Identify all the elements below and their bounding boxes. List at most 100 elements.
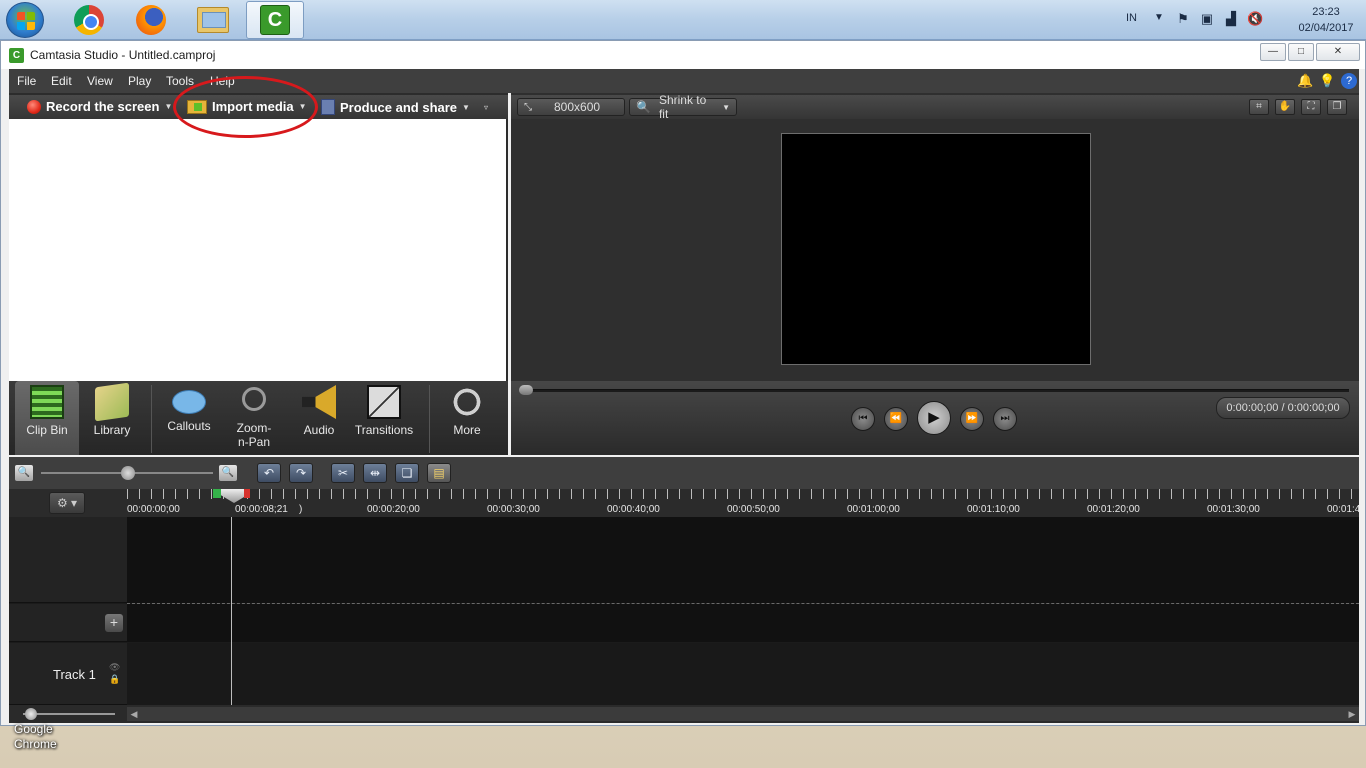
fast-forward-icon[interactable]: ⏩ [960, 407, 984, 431]
skip-to-end-icon[interactable]: ⏭ [993, 407, 1017, 431]
camtasia-app-icon[interactable]: C [9, 48, 24, 63]
notification-bell-icon[interactable]: 🔔 [1297, 73, 1313, 89]
firefox-icon [136, 5, 166, 35]
zoom-out-icon[interactable]: 🔍 [15, 465, 33, 481]
speaker-icon [302, 385, 336, 419]
minimize-button[interactable]: — [1260, 43, 1286, 61]
scrub-track[interactable] [521, 389, 1349, 392]
pan-hand-icon[interactable]: ✋ [1275, 99, 1295, 115]
taskbar: C IN ▼ ⚑ ▣ ▟ 🔇 23:23 02/04/2017 [0, 0, 1366, 40]
track-lane-top[interactable] [127, 517, 1359, 603]
desktop-icon-label-line: Google [14, 722, 53, 736]
play-icon[interactable]: ▶ [917, 401, 951, 435]
tray-overflow-icon[interactable]: ▼ [1154, 12, 1164, 23]
time-ruler[interactable]: 00:00:00;00 00:00:08;21 ) 00:00:20;00 00… [127, 489, 1359, 517]
explorer-taskbar-button[interactable] [184, 1, 242, 39]
tick-label: 00:01:20;00 [1087, 504, 1140, 515]
fullscreen-icon[interactable]: ⛶ [1301, 99, 1321, 115]
clip-bin-panel: Record the screen ▼ Import media ▼ Produ… [9, 93, 508, 455]
undo-icon[interactable]: ↶ [257, 463, 281, 483]
flag-icon[interactable]: ⚑ [1175, 11, 1191, 27]
title-bar[interactable]: C Camtasia Studio - Untitled.camproj — □… [1, 41, 1365, 69]
copy-icon[interactable]: ❏ [395, 463, 419, 483]
in-marker[interactable] [213, 489, 221, 498]
zoom-dropdown[interactable]: 🔍 Shrink to fit ▼ [629, 93, 737, 121]
track-name: Track 1 [53, 667, 96, 682]
gear-icon[interactable]: ⚙ ▾ [49, 492, 85, 514]
menu-play[interactable]: Play [128, 74, 151, 88]
tab-audio[interactable]: Audio [287, 381, 351, 455]
track-visibility-lock-icons[interactable]: 👁 🔒 [109, 661, 120, 685]
produce-share-button[interactable]: Produce and share ▼ [321, 99, 470, 115]
record-screen-button[interactable]: Record the screen ▼ [27, 99, 172, 114]
clock[interactable]: 23:23 02/04/2017 [1296, 4, 1356, 36]
time-display: 0:00:00;00 / 0:00:00;00 [1216, 397, 1350, 419]
rewind-icon[interactable]: ⏪ [884, 407, 908, 431]
record-icon [27, 99, 41, 114]
scroll-left-icon[interactable]: ◀ [127, 707, 141, 721]
tab-more[interactable]: More [435, 381, 499, 455]
track-height-handle[interactable] [25, 708, 37, 720]
search-icon: 🔍 [636, 100, 651, 114]
library-folder-icon [95, 382, 129, 422]
zoom-value: Shrink to fit [658, 93, 707, 121]
windows-start-icon[interactable] [6, 2, 44, 38]
produce-share-label: Produce and share [340, 99, 458, 115]
preview-toolbar: ⤡ 800x600 🔍 Shrink to fit ▼ ⌗ ✋ ⛶ ❐ [511, 93, 1359, 121]
camtasia-taskbar-button[interactable]: C [246, 1, 304, 39]
canvas-size-dropdown[interactable]: ⤡ 800x600 [517, 98, 625, 116]
menu-file[interactable]: File [17, 74, 36, 88]
menu-edit[interactable]: Edit [51, 74, 72, 88]
volume-muted-icon[interactable]: 🔇 [1247, 11, 1263, 27]
timeline-zoom-handle[interactable] [121, 466, 135, 480]
feature-tabs: Clip Bin Library Callouts Zoom-n-Pan Aud… [9, 381, 508, 455]
tab-library[interactable]: Library [79, 381, 145, 455]
tab-transitions[interactable]: Transitions [349, 381, 419, 455]
canvas-size-value: 800x600 [554, 100, 601, 114]
scroll-right-icon[interactable]: ▶ [1345, 707, 1359, 721]
zoom-in-icon[interactable]: 🔍 [219, 465, 237, 481]
firefox-taskbar-button[interactable] [122, 1, 180, 39]
playhead-line [231, 517, 232, 705]
detach-icon[interactable]: ❐ [1327, 99, 1347, 115]
tab-zoom-n-pan[interactable]: Zoom-n-Pan [223, 381, 285, 455]
lightbulb-icon[interactable]: 💡 [1319, 73, 1335, 89]
app-tray-icon[interactable]: ▣ [1199, 11, 1215, 27]
tick-label: 00:00:00;00 [127, 504, 180, 515]
crop-icon[interactable]: ⌗ [1249, 99, 1269, 115]
timeline-scrollbar[interactable]: ◀ ▶ [127, 707, 1359, 721]
menu-view[interactable]: View [87, 74, 113, 88]
track-lane[interactable] [127, 643, 1359, 705]
record-screen-label: Record the screen [46, 99, 160, 114]
help-icon[interactable]: ? [1341, 73, 1357, 89]
tab-callouts[interactable]: Callouts [157, 381, 221, 455]
maximize-button[interactable]: □ [1288, 43, 1314, 61]
track-header-empty [9, 517, 127, 603]
language-indicator[interactable]: IN [1126, 12, 1137, 24]
chrome-taskbar-button[interactable] [60, 1, 118, 39]
preview-canvas[interactable] [781, 133, 1091, 365]
tab-label: Zoom-n-Pan [236, 421, 272, 449]
speech-bubble-icon [172, 390, 206, 414]
task-overflow-icon[interactable]: ▿ [484, 103, 488, 112]
annotation-circle [173, 76, 318, 138]
network-icon[interactable]: ▟ [1223, 11, 1239, 27]
magnifier-icon [242, 387, 266, 411]
track-lane-empty[interactable] [127, 604, 1359, 642]
add-track-icon[interactable]: + [105, 614, 123, 632]
tab-clip-bin[interactable]: Clip Bin [15, 381, 79, 455]
camtasia-icon: C [260, 5, 290, 35]
close-button[interactable]: ✕ [1316, 43, 1360, 61]
skip-to-start-icon[interactable]: ⏮ [851, 407, 875, 431]
clip-bin-area[interactable] [9, 119, 506, 381]
cut-icon[interactable]: ✂ [331, 463, 355, 483]
tick-label: 00:01:30;00 [1207, 504, 1260, 515]
scrub-handle[interactable] [519, 385, 533, 395]
out-marker[interactable] [244, 489, 250, 498]
desktop-icon-chrome[interactable]: Google Chrome [14, 722, 57, 752]
paste-icon[interactable]: ▤ [427, 463, 451, 483]
split-icon[interactable]: ⇹ [363, 463, 387, 483]
transitions-icon [367, 385, 401, 419]
resize-icon: ⤡ [524, 101, 532, 113]
redo-icon[interactable]: ↷ [289, 463, 313, 483]
